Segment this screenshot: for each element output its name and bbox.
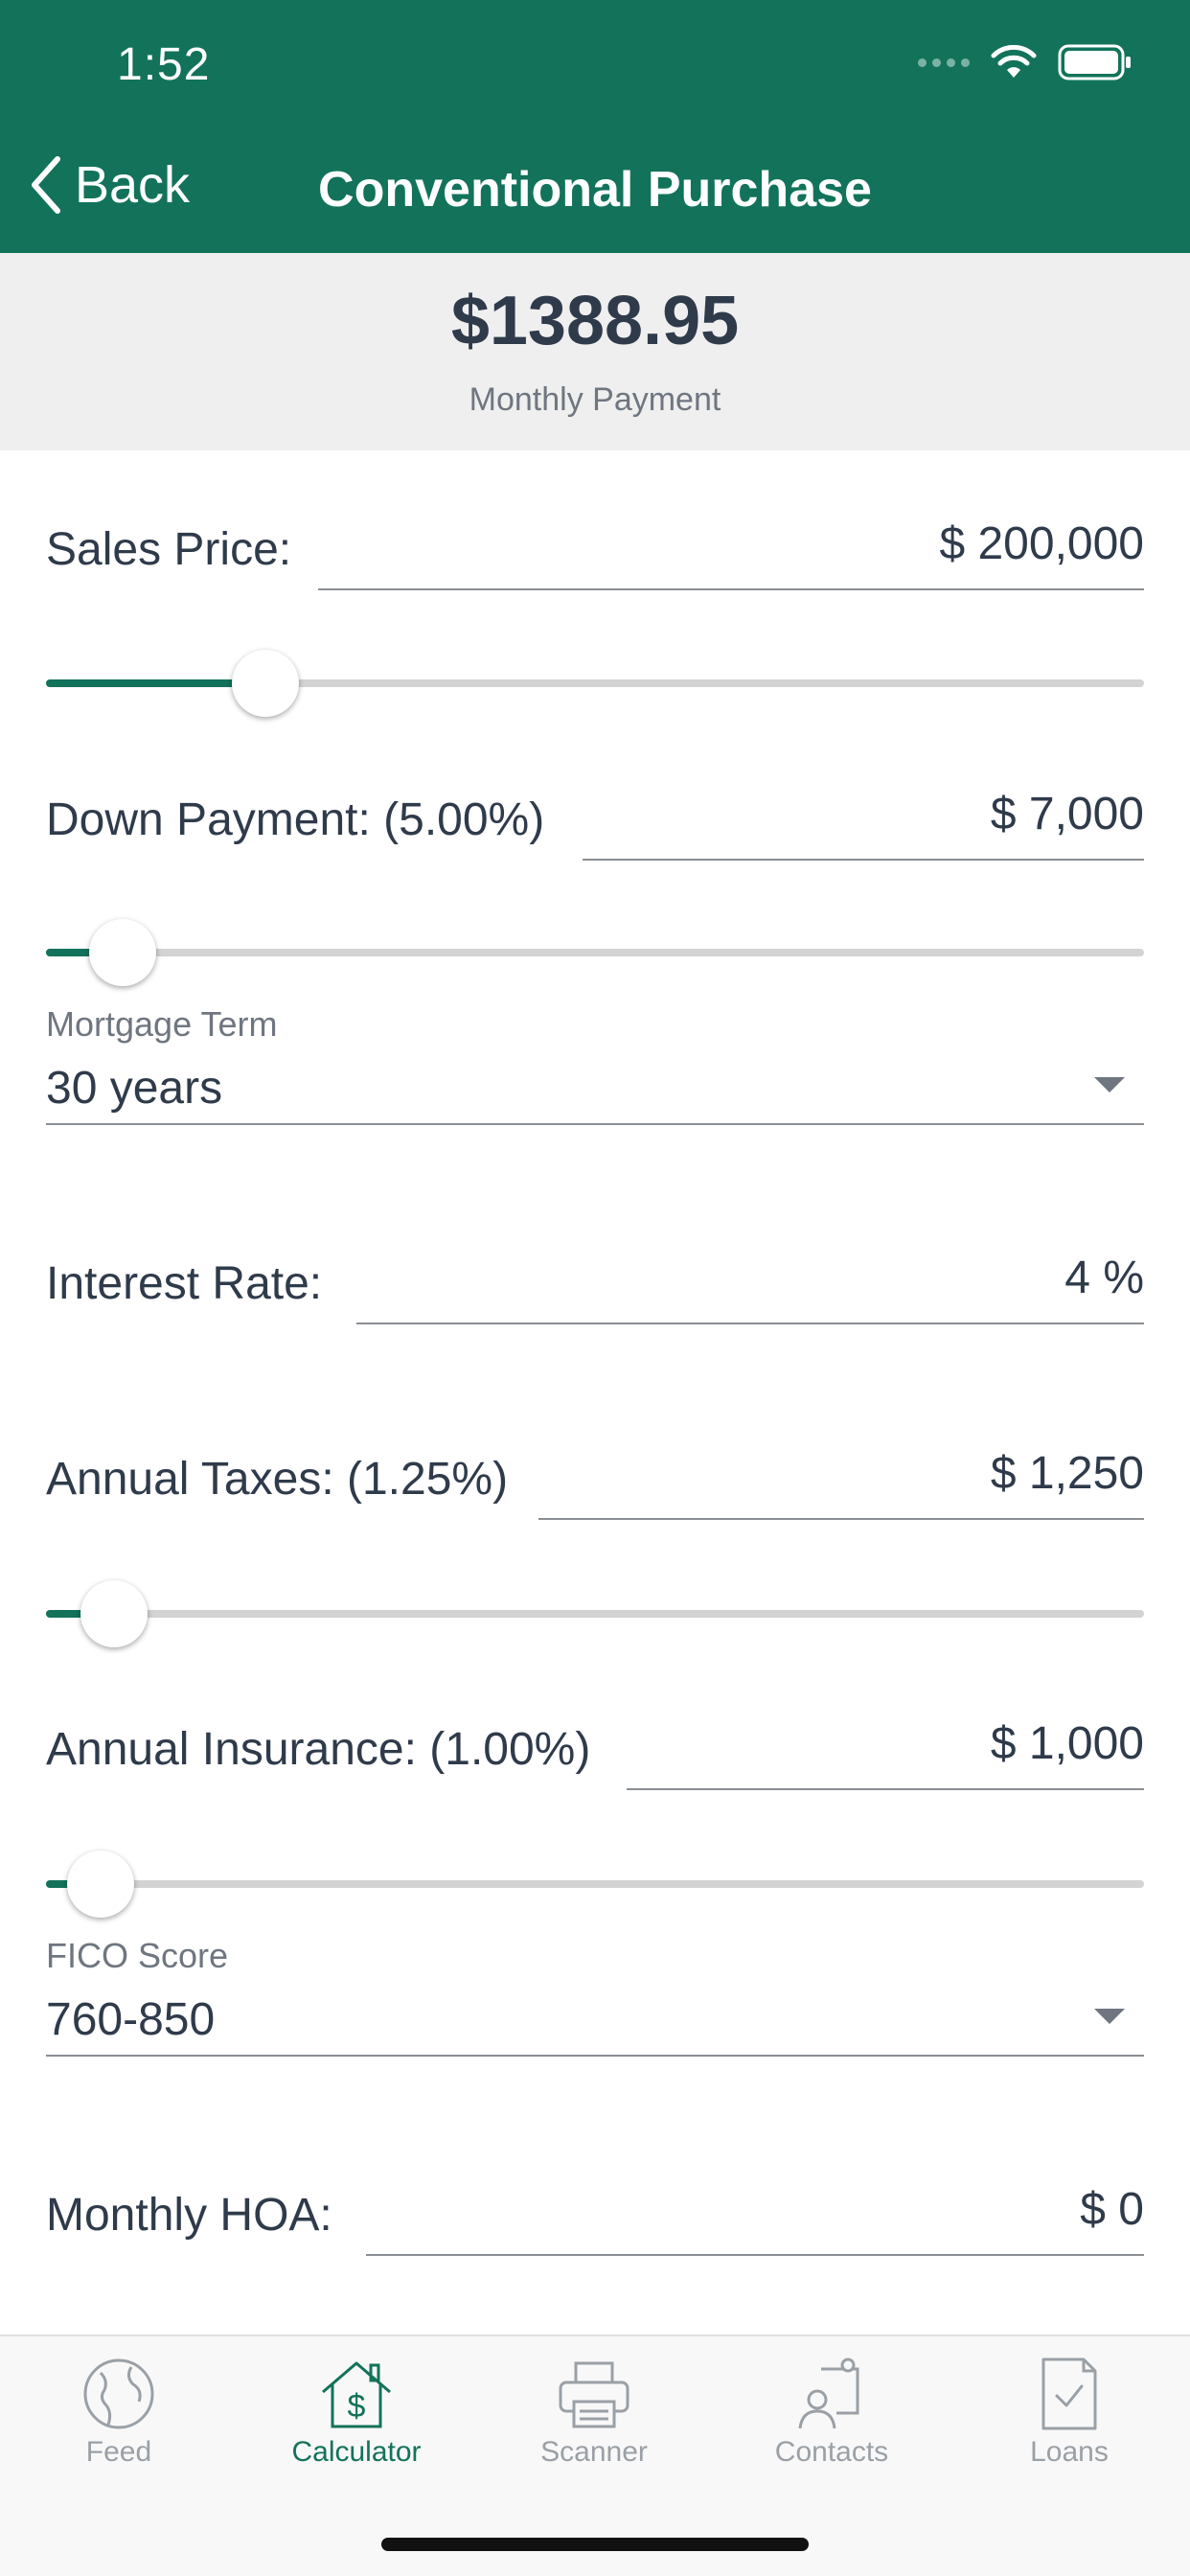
cellular-signal-icon (918, 58, 970, 67)
tab-label: Scanner (540, 2436, 648, 2468)
sales-price-input[interactable] (318, 518, 1144, 570)
monthly-payment-label: Monthly Payment (469, 381, 721, 418)
annual-taxes-slider[interactable] (46, 1580, 1144, 1647)
mortgage-term-label: Mortgage Term (46, 1004, 278, 1044)
tab-label: Feed (85, 2436, 152, 2468)
printer-icon (559, 2361, 629, 2428)
caret-down-icon (1094, 1077, 1125, 1092)
interest-rate-row: Interest Rate: (46, 1252, 1144, 1328)
globe-icon (83, 2358, 154, 2429)
sales-price-label: Sales Price: (46, 524, 292, 575)
tab-label: Contacts (774, 2436, 889, 2468)
house-dollar-icon: $ (322, 2361, 391, 2428)
fico-score-select[interactable]: FICO Score 760-850 (46, 1936, 1144, 2057)
slider-thumb[interactable] (232, 650, 300, 717)
wifi-icon (991, 45, 1037, 78)
sales-price-row: Sales Price: (46, 518, 1144, 594)
annual-taxes-label: Annual Taxes: (1.25%) (46, 1454, 509, 1505)
page-title: Conventional Purchase (318, 162, 872, 218)
monthly-payment-amount: $1388.95 (450, 283, 740, 359)
down-payment-row: Down Payment: (5.00%) (46, 788, 1144, 864)
tab-label: Loans (1030, 2436, 1109, 2468)
status-time: 1:52 (117, 39, 211, 90)
slider-track (46, 1610, 1144, 1618)
annual-taxes-field[interactable] (538, 1447, 1144, 1520)
mortgage-term-value: 30 years (46, 1063, 223, 1114)
interest-rate-field[interactable] (356, 1252, 1144, 1324)
slider-thumb[interactable] (67, 1851, 135, 1918)
down-payment-input[interactable] (583, 788, 1144, 840)
interest-rate-input[interactable] (356, 1252, 1144, 1304)
battery-icon (1058, 44, 1131, 80)
slider-thumb[interactable] (80, 1580, 149, 1647)
slider-track (46, 1880, 1144, 1888)
tab-calculator[interactable]: $ Calculator (238, 2356, 475, 2469)
payment-summary: $1388.95 Monthly Payment (0, 253, 1190, 450)
contacts-icon (798, 2358, 859, 2429)
down-payment-label: Down Payment: (5.00%) (46, 794, 545, 845)
tab-loans[interactable]: Loans (950, 2356, 1188, 2469)
interest-rate-label: Interest Rate: (46, 1258, 323, 1309)
document-check-icon (1041, 2358, 1097, 2430)
annual-insurance-slider[interactable] (46, 1851, 1144, 1918)
tab-label: Calculator (291, 2436, 422, 2468)
monthly-hoa-row: Monthly HOA: (46, 2183, 1144, 2260)
caret-down-icon (1094, 2009, 1125, 2024)
down-payment-slider[interactable] (46, 919, 1144, 986)
annual-insurance-row: Annual Insurance: (1.00%) (46, 1717, 1144, 1794)
monthly-hoa-label: Monthly HOA: (46, 2190, 332, 2241)
fico-score-label: FICO Score (46, 1936, 229, 1975)
app-header: 1:52 Back Conventional Purchase (0, 0, 1190, 253)
slider-thumb[interactable] (89, 919, 157, 986)
tab-contacts[interactable]: Contacts (713, 2356, 950, 2469)
fico-score-value: 760-850 (46, 1994, 216, 2045)
monthly-hoa-field[interactable] (366, 2183, 1144, 2256)
tab-feed[interactable]: Feed (0, 2356, 238, 2469)
annual-taxes-input[interactable] (538, 1447, 1144, 1500)
mortgage-term-dropdown[interactable]: 30 years (46, 1045, 1144, 1125)
slider-track (46, 949, 1144, 956)
annual-insurance-field[interactable] (627, 1717, 1144, 1790)
down-payment-field[interactable] (583, 788, 1144, 861)
mortgage-term-select[interactable]: Mortgage Term 30 years (46, 1004, 1144, 1125)
annual-insurance-label: Annual Insurance: (1.00%) (46, 1724, 591, 1775)
annual-insurance-input[interactable] (627, 1717, 1144, 1770)
svg-text:$: $ (348, 2388, 366, 2425)
annual-taxes-row: Annual Taxes: (1.25%) (46, 1447, 1144, 1524)
tab-scanner[interactable]: Scanner (475, 2356, 713, 2469)
home-indicator (381, 2538, 809, 2551)
monthly-hoa-input[interactable] (366, 2183, 1144, 2236)
status-icons (918, 44, 1133, 80)
sales-price-field[interactable] (318, 518, 1144, 590)
fico-score-dropdown[interactable]: 760-850 (46, 1976, 1144, 2057)
sales-price-slider[interactable] (46, 650, 1144, 717)
